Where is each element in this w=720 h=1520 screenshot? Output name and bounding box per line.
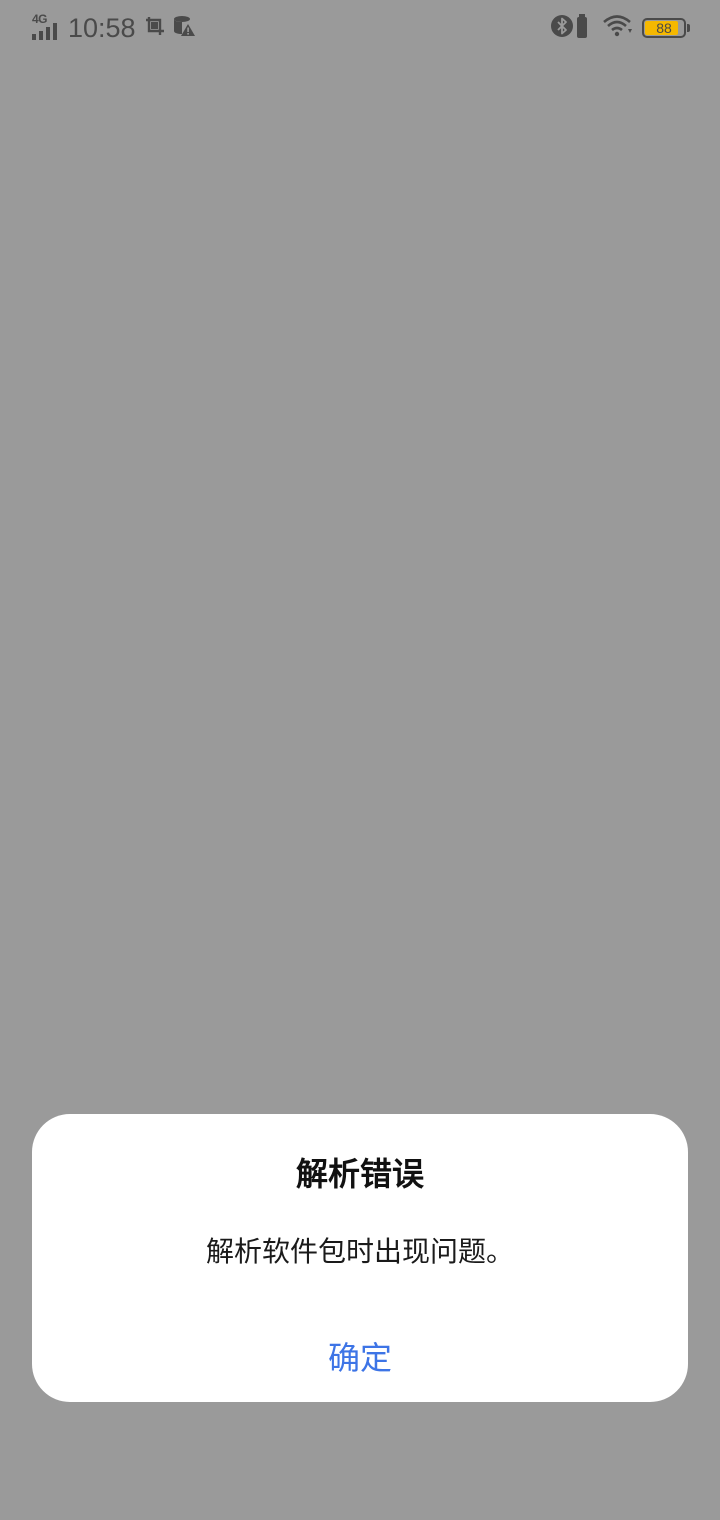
clock: 10:58 bbox=[68, 12, 136, 43]
screen: 4G 10:58 88 解析错误 解析软件包时出现问题。 确定 bbox=[0, 0, 720, 1520]
dialog-message: 解析软件包时出现问题。 bbox=[205, 1235, 514, 1268]
bluetooth-icon bbox=[550, 14, 574, 42]
battery-saver-icon bbox=[576, 13, 588, 43]
parse-error-dialog: 解析错误 解析软件包时出现问题。 确定 bbox=[32, 1114, 688, 1402]
battery-icon: 88 bbox=[642, 18, 686, 38]
screenshot-icon bbox=[144, 15, 166, 41]
status-bar: 4G 10:58 88 bbox=[0, 0, 720, 56]
dialog-title: 解析错误 bbox=[295, 1155, 424, 1193]
confirm-button[interactable]: 确定 bbox=[260, 1326, 460, 1386]
status-bar-left: 4G 10:58 bbox=[30, 12, 196, 44]
signal-icon: 4G bbox=[30, 12, 62, 43]
data-warning-icon bbox=[172, 14, 196, 42]
battery-tip bbox=[687, 24, 690, 32]
status-bar-right: 88 bbox=[542, 12, 690, 44]
wifi-icon bbox=[602, 14, 634, 42]
battery-level: 88 bbox=[656, 20, 672, 36]
